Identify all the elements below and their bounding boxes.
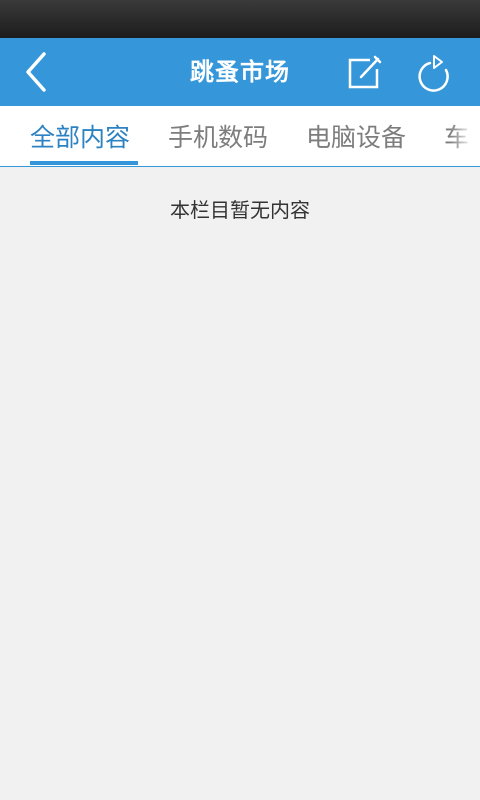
tab-all-content[interactable]: 全部内容 xyxy=(30,106,130,166)
refresh-button[interactable] xyxy=(410,48,458,96)
edit-compose-icon xyxy=(348,55,382,89)
status-bar xyxy=(0,0,480,38)
tabs-scroll-fade xyxy=(450,106,480,166)
page-title: 跳蚤市场 xyxy=(190,58,290,86)
tab-phones-digital[interactable]: 手机数码 xyxy=(168,106,268,166)
active-tab-indicator xyxy=(30,161,138,165)
edit-button[interactable] xyxy=(340,48,388,96)
refresh-icon xyxy=(418,55,449,92)
tab-computer-equipment[interactable]: 电脑设备 xyxy=(306,106,406,166)
empty-state-message: 本栏目暂无内容 xyxy=(170,198,310,222)
category-tabs: 全部内容 手机数码 电脑设备 车 xyxy=(0,106,480,167)
app-bar: 跳蚤市场 xyxy=(0,38,480,106)
